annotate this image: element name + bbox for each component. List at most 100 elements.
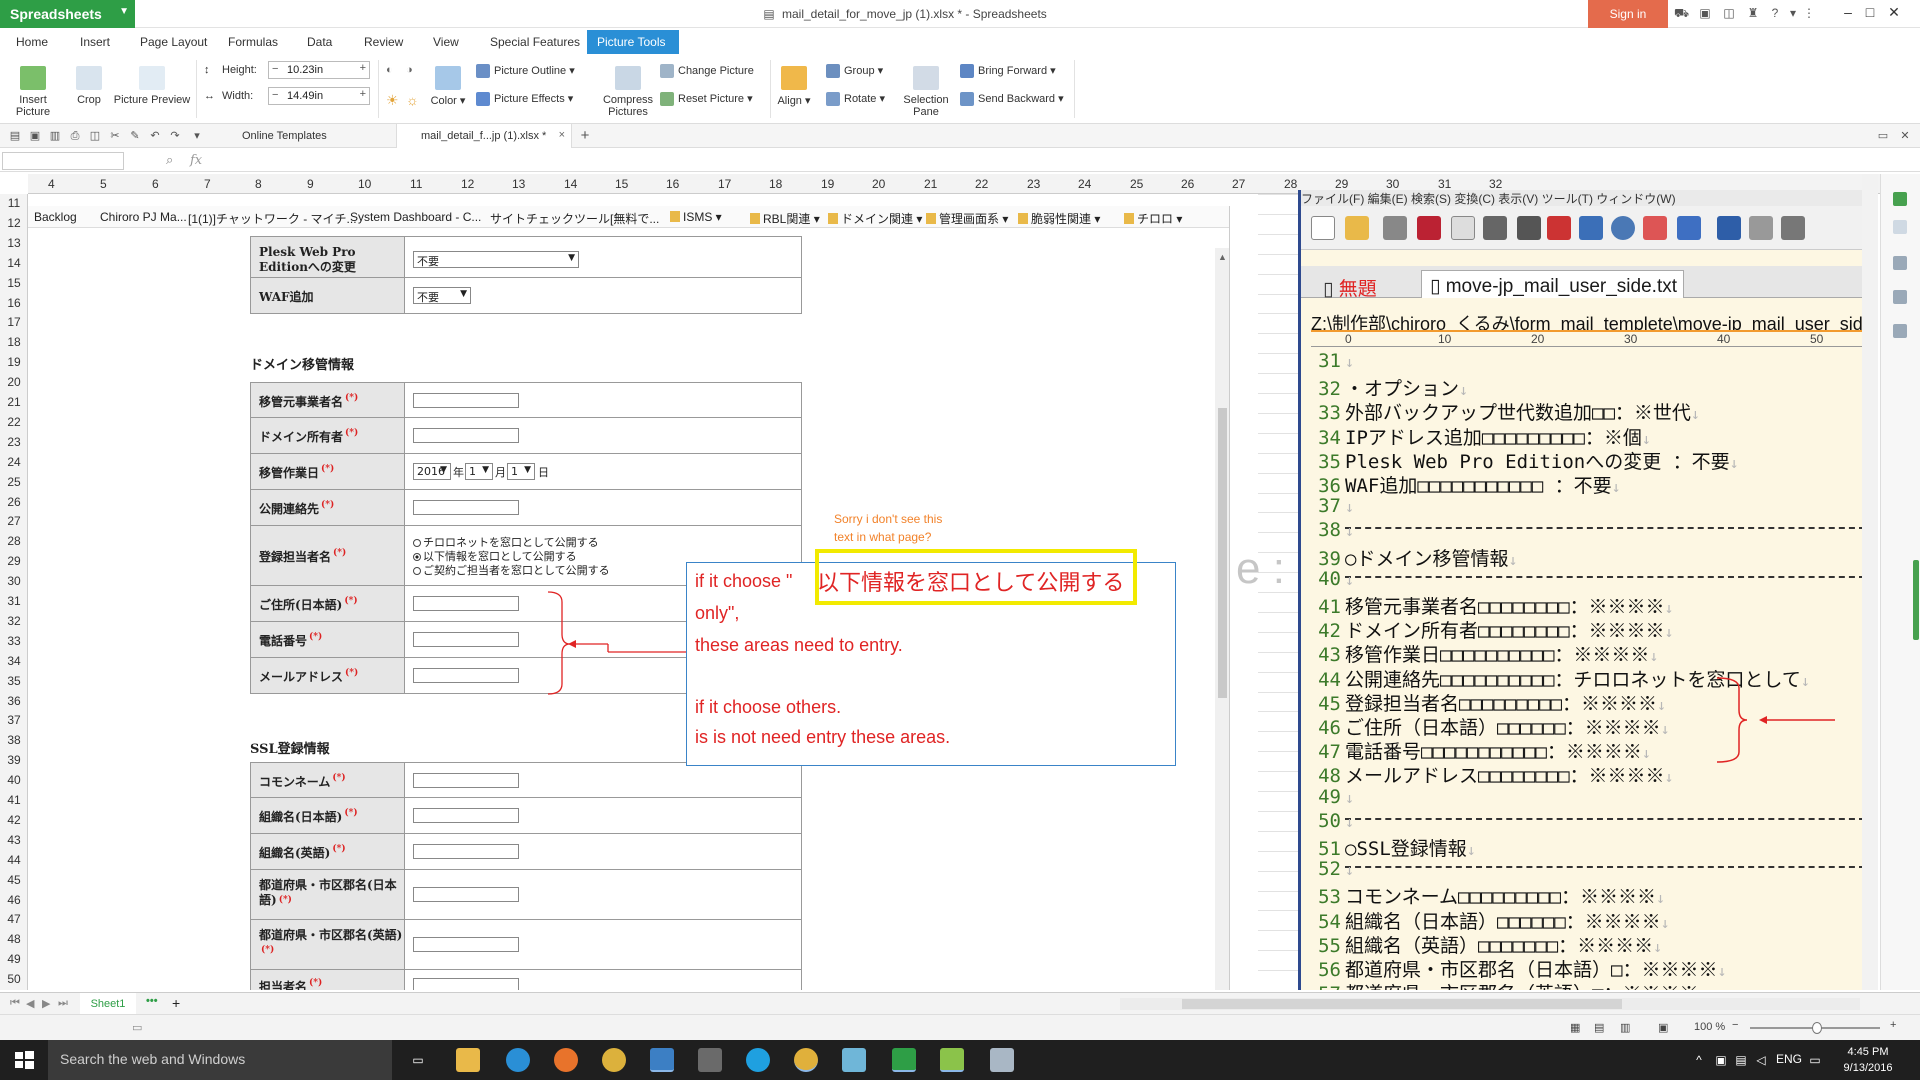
sign-in-button[interactable]: Sign in bbox=[1588, 0, 1668, 28]
macro-icon[interactable]: ▭ bbox=[132, 1021, 142, 1034]
row-header-cell[interactable]: 18 bbox=[0, 335, 28, 349]
column-header-cell[interactable]: 26 bbox=[1181, 177, 1194, 191]
bookmark-folder[interactable]: 脆弱性関連 ▾ bbox=[1018, 210, 1100, 227]
taskbar-search[interactable]: Search the web and Windows bbox=[48, 1040, 392, 1080]
tab-home[interactable]: Home bbox=[6, 30, 58, 54]
format-icon[interactable] bbox=[1893, 220, 1907, 234]
less-brightness-icon[interactable]: ☼ bbox=[406, 92, 419, 108]
window-icon[interactable] bbox=[1579, 216, 1603, 240]
editor-line[interactable]: 53 コモンネーム□□□□□□□□□：※※※※↓ bbox=[1311, 882, 1665, 908]
column-header-cell[interactable]: 4 bbox=[48, 177, 55, 191]
scroll-thumb[interactable] bbox=[1218, 408, 1227, 698]
change-picture-button[interactable]: Change Picture bbox=[660, 64, 754, 78]
normal-view-icon[interactable]: ▦ bbox=[1570, 1021, 1580, 1034]
lock-icon[interactable] bbox=[1517, 216, 1541, 240]
picture-effects-button[interactable]: Picture Effects ▾ bbox=[476, 92, 573, 107]
ime-icon[interactable]: ▣ bbox=[1714, 1053, 1728, 1067]
row-header-cell[interactable]: 21 bbox=[0, 395, 28, 409]
row-header-cell[interactable]: 32 bbox=[0, 614, 28, 628]
zoom-in-icon[interactable]: + bbox=[1890, 1019, 1896, 1031]
row-header-cell[interactable]: 43 bbox=[0, 833, 28, 847]
tab-move-jp-file[interactable]: ▯ move-jp_mail_user_side.txt bbox=[1421, 270, 1684, 298]
editor-line[interactable]: 57 都道府県・市区郡名（英語）□：※※※※↓ bbox=[1311, 979, 1707, 990]
row-header-cell[interactable]: 14 bbox=[0, 256, 28, 270]
row-header-cell[interactable]: 45 bbox=[0, 873, 28, 887]
column-header-cell[interactable]: 13 bbox=[512, 177, 525, 191]
save-cloud-icon[interactable]: ▣ bbox=[1698, 6, 1712, 20]
editor-line[interactable]: 38 ↓ bbox=[1311, 519, 1354, 543]
column-header-cell[interactable]: 8 bbox=[255, 177, 262, 191]
send-backward-button[interactable]: Send Backward ▾ bbox=[960, 92, 1064, 107]
picture-preview-button[interactable]: Picture Preview bbox=[112, 66, 192, 106]
compress-pictures-button[interactable]: Compress Pictures bbox=[600, 66, 656, 118]
address-input[interactable] bbox=[413, 596, 519, 611]
column-header-cell[interactable]: 27 bbox=[1232, 177, 1245, 191]
row-header-cell[interactable]: 50 bbox=[0, 972, 28, 986]
editor-line[interactable]: 54 組織名（日本語）□□□□□□：※※※※↓ bbox=[1311, 907, 1670, 933]
public-contact-input[interactable] bbox=[413, 500, 519, 515]
editor-line[interactable]: 34 IPアドレス追加□□□□□□□□□：※個↓ bbox=[1311, 423, 1651, 449]
color-button[interactable]: Color ▾ bbox=[428, 66, 468, 107]
increment-icon[interactable]: + bbox=[360, 88, 366, 100]
row-header-cell[interactable]: 41 bbox=[0, 793, 28, 807]
first-sheet-icon[interactable]: ⏮ bbox=[10, 997, 20, 1010]
editor-line[interactable]: 33 外部バックアップ世代数追加□□：※世代↓ bbox=[1311, 398, 1700, 424]
page-layout-icon[interactable]: ▤ bbox=[1594, 1021, 1604, 1034]
bookmark-folder[interactable]: RBL関連 ▾ bbox=[750, 210, 820, 227]
column-header-cell[interactable]: 28 bbox=[1284, 177, 1297, 191]
editor-text-area[interactable]: 31 ↓ 32 ・オプション↓ 33 外部バックアップ世代数追加□□：※世代↓ 34 IPアド… bbox=[1311, 350, 1862, 990]
row-header-cell[interactable]: 49 bbox=[0, 952, 28, 966]
row-header-cell[interactable]: 19 bbox=[0, 355, 28, 369]
new-file-icon[interactable] bbox=[1311, 216, 1335, 240]
radio-contract-person[interactable]: ご契約ご担当者を窓口として公開する bbox=[413, 562, 610, 578]
open-folder-icon[interactable] bbox=[1345, 216, 1369, 240]
row-header-cell[interactable]: 44 bbox=[0, 853, 28, 867]
reset-picture-button[interactable]: Reset Picture ▾ bbox=[660, 92, 753, 107]
row-header-cell[interactable]: 20 bbox=[0, 375, 28, 389]
editor-line[interactable]: 52 ↓ bbox=[1311, 858, 1354, 882]
new-doc-icon[interactable] bbox=[1893, 192, 1907, 206]
row-header-cell[interactable]: 13 bbox=[0, 236, 28, 250]
row-header-cell[interactable]: 39 bbox=[0, 753, 28, 767]
editor-line[interactable]: 37 ↓ bbox=[1311, 495, 1354, 519]
picture-outline-button[interactable]: Picture Outline ▾ bbox=[476, 64, 575, 79]
tab-page-layout[interactable]: Page Layout bbox=[130, 30, 217, 54]
notifications-icon[interactable]: ▭ bbox=[1808, 1053, 1822, 1067]
row-header-cell[interactable]: 33 bbox=[0, 634, 28, 648]
close-icon[interactable]: ✕ bbox=[1898, 129, 1912, 143]
chevron-up-icon[interactable]: ^ bbox=[1692, 1053, 1706, 1067]
row-header-cell[interactable]: 12 bbox=[0, 216, 28, 230]
bookmark-folder[interactable]: 管理画面系 ▾ bbox=[926, 210, 1008, 227]
height-field[interactable]: − 10.23in + bbox=[268, 61, 370, 79]
row-header-cell[interactable]: 46 bbox=[0, 893, 28, 907]
row-header-cell[interactable]: 30 bbox=[0, 574, 28, 588]
editor-line[interactable]: 51 ○SSL登録情報↓ bbox=[1311, 834, 1476, 860]
redo-icon[interactable]: ↷ bbox=[168, 129, 182, 143]
editor-line[interactable]: 35 Plesk Web Pro Editionへの変更 ：不要↓ bbox=[1311, 447, 1739, 473]
editor-line[interactable]: 32 ・オプション↓ bbox=[1311, 374, 1468, 400]
contact-name-input[interactable] bbox=[413, 978, 519, 990]
zoom-slider-handle[interactable] bbox=[1812, 1022, 1822, 1034]
column-header-cell[interactable]: 19 bbox=[821, 177, 834, 191]
editor-line[interactable]: 36 WAF追加□□□□□□□□□□□ ：不要↓ bbox=[1311, 471, 1621, 497]
domain-owner-input[interactable] bbox=[413, 428, 519, 443]
tab-special-features[interactable]: Special Features bbox=[480, 30, 590, 54]
column-header-cell[interactable]: 7 bbox=[204, 177, 211, 191]
row-header-cell[interactable]: 47 bbox=[0, 912, 28, 926]
close-icon[interactable]: ✕ bbox=[1884, 4, 1904, 22]
search-icon[interactable] bbox=[1611, 216, 1635, 240]
column-header-cell[interactable]: 22 bbox=[975, 177, 988, 191]
editor-line[interactable]: 42 ドメイン所有者□□□□□□□□：※※※※↓ bbox=[1311, 616, 1673, 642]
new-icon[interactable]: ▤ bbox=[8, 129, 22, 143]
rotate-button[interactable]: Rotate ▾ bbox=[826, 92, 885, 107]
start-button[interactable] bbox=[0, 1040, 48, 1080]
scroll-thumb[interactable] bbox=[1182, 999, 1622, 1009]
volume-icon[interactable]: ◁ bbox=[1754, 1053, 1768, 1067]
column-header-cell[interactable]: 6 bbox=[152, 177, 159, 191]
brightness-icon[interactable]: ◐ bbox=[386, 64, 393, 76]
minimize-icon[interactable]: – bbox=[1838, 4, 1858, 22]
row-header-cell[interactable]: 31 bbox=[0, 594, 28, 608]
format-painter-icon[interactable]: ✎ bbox=[128, 129, 142, 143]
editor-line[interactable]: 56 都道府県・市区郡名（日本語）□：※※※※↓ bbox=[1311, 955, 1726, 981]
bookmark-link[interactable]: Chiroro PJ Ma... bbox=[100, 210, 187, 224]
